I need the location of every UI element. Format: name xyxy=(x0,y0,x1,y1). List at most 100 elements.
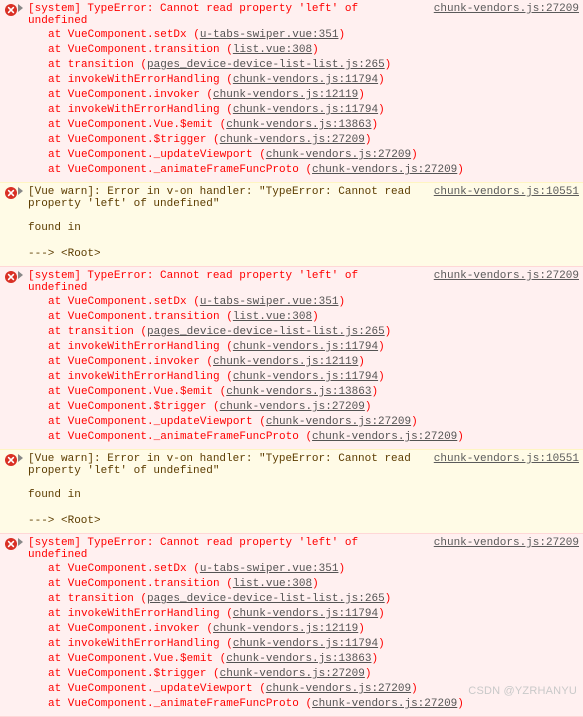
stack-text: at VueComponent.$trigger ( xyxy=(48,134,220,146)
stack-source-link[interactable]: chunk-vendors.js:27209 xyxy=(220,401,365,413)
stack-text: ) xyxy=(371,119,378,131)
stack-text: ) xyxy=(411,149,418,161)
stack-text: at VueComponent.Vue.$emit ( xyxy=(48,119,226,131)
stack-frame: at VueComponent._animateFrameFuncProto (… xyxy=(48,163,579,178)
message-text: [system] TypeError: Cannot read property… xyxy=(28,537,430,561)
stack-source-link[interactable]: pages_device-device-list-list.js:265 xyxy=(147,326,385,338)
stack-text: at VueComponent.$trigger ( xyxy=(48,668,220,680)
stack-frame: at transition (pages_device-device-list-… xyxy=(48,58,579,73)
stack-text: at invokeWithErrorHandling ( xyxy=(48,74,233,86)
stack-text: ) xyxy=(411,416,418,428)
stack-frame: at VueComponent.Vue.$emit (chunk-vendors… xyxy=(48,385,579,400)
stack-source-link[interactable]: chunk-vendors.js:27209 xyxy=(220,668,365,680)
message-text: [system] TypeError: Cannot read property… xyxy=(28,3,430,27)
stack-source-link[interactable]: chunk-vendors.js:11794 xyxy=(233,638,378,650)
watermark: CSDN @YZRHANYU xyxy=(468,685,577,697)
stack-source-link[interactable]: chunk-vendors.js:11794 xyxy=(233,341,378,353)
stack-text: ) xyxy=(358,623,365,635)
stack-source-link[interactable]: chunk-vendors.js:27209 xyxy=(266,416,411,428)
stack-source-link[interactable]: list.vue:308 xyxy=(233,311,312,323)
stack-text: ) xyxy=(378,371,385,383)
source-link[interactable]: chunk-vendors.js:27209 xyxy=(430,3,579,15)
stack-text: at transition ( xyxy=(48,59,147,71)
stack-source-link[interactable]: chunk-vendors.js:12119 xyxy=(213,623,358,635)
stack-source-link[interactable]: chunk-vendors.js:27209 xyxy=(266,149,411,161)
stack-text: at VueComponent._updateViewport ( xyxy=(48,416,266,428)
stack-text: at VueComponent._updateViewport ( xyxy=(48,149,266,161)
error-icon xyxy=(5,454,17,466)
stack-text: at VueComponent.invoker ( xyxy=(48,356,213,368)
stack-source-link[interactable]: chunk-vendors.js:11794 xyxy=(233,608,378,620)
stack-text: at VueComponent.invoker ( xyxy=(48,89,213,101)
source-link[interactable]: chunk-vendors.js:10551 xyxy=(430,186,579,198)
stack-text: ) xyxy=(338,296,345,308)
stack-source-link[interactable]: list.vue:308 xyxy=(233,578,312,590)
stack-text: ) xyxy=(411,683,418,695)
stack-text: ) xyxy=(457,164,464,176)
stack-source-link[interactable]: chunk-vendors.js:13863 xyxy=(226,653,371,665)
stack-frame: at invokeWithErrorHandling (chunk-vendor… xyxy=(48,73,579,88)
stack-source-link[interactable]: chunk-vendors.js:27209 xyxy=(312,431,457,443)
stack-source-link[interactable]: u-tabs-swiper.vue:351 xyxy=(200,563,339,575)
expand-arrow-icon[interactable] xyxy=(18,187,23,195)
stack-source-link[interactable]: chunk-vendors.js:27209 xyxy=(312,164,457,176)
stack-source-link[interactable]: chunk-vendors.js:27209 xyxy=(312,698,457,710)
console-output: [system] TypeError: Cannot read property… xyxy=(0,0,583,717)
stack-source-link[interactable]: chunk-vendors.js:27209 xyxy=(220,134,365,146)
stack-source-link[interactable]: u-tabs-swiper.vue:351 xyxy=(200,296,339,308)
stack-text: ) xyxy=(385,593,392,605)
stack-text: ) xyxy=(365,668,372,680)
expand-arrow-icon[interactable] xyxy=(18,538,23,546)
component-trace: ---> <Root> xyxy=(28,513,579,529)
stack-source-link[interactable]: list.vue:308 xyxy=(233,44,312,56)
stack-frame: at VueComponent._animateFrameFuncProto (… xyxy=(48,430,579,445)
stack-text: at VueComponent._animateFrameFuncProto ( xyxy=(48,164,312,176)
console-warning-message: [Vue warn]: Error in v-on handler: "Type… xyxy=(0,449,583,534)
stack-text: at invokeWithErrorHandling ( xyxy=(48,104,233,116)
console-error-message: [system] TypeError: Cannot read property… xyxy=(0,0,583,183)
stack-source-link[interactable]: chunk-vendors.js:11794 xyxy=(233,74,378,86)
stack-text: ) xyxy=(371,386,378,398)
stack-source-link[interactable]: chunk-vendors.js:11794 xyxy=(233,104,378,116)
stack-text: ) xyxy=(378,74,385,86)
stack-source-link[interactable]: chunk-vendors.js:13863 xyxy=(226,386,371,398)
source-link[interactable]: chunk-vendors.js:27209 xyxy=(430,537,579,549)
expand-arrow-icon[interactable] xyxy=(18,271,23,279)
source-link[interactable]: chunk-vendors.js:10551 xyxy=(430,453,579,465)
source-link[interactable]: chunk-vendors.js:27209 xyxy=(430,270,579,282)
stack-text: ) xyxy=(312,44,319,56)
stack-text: at invokeWithErrorHandling ( xyxy=(48,638,233,650)
error-icon xyxy=(5,187,17,199)
stack-frame: at VueComponent.$trigger (chunk-vendors.… xyxy=(48,400,579,415)
stack-text: at VueComponent._animateFrameFuncProto ( xyxy=(48,698,312,710)
stack-text: ) xyxy=(378,104,385,116)
stack-frame: at VueComponent.setDx (u-tabs-swiper.vue… xyxy=(48,562,579,577)
stack-text: at VueComponent.setDx ( xyxy=(48,29,200,41)
expand-arrow-icon[interactable] xyxy=(18,454,23,462)
stack-source-link[interactable]: chunk-vendors.js:12119 xyxy=(213,89,358,101)
stack-source-link[interactable]: chunk-vendors.js:11794 xyxy=(233,371,378,383)
expand-arrow-icon[interactable] xyxy=(18,4,23,12)
stack-source-link[interactable]: pages_device-device-list-list.js:265 xyxy=(147,59,385,71)
stack-frame: at VueComponent.$trigger (chunk-vendors.… xyxy=(48,133,579,148)
stack-text: at invokeWithErrorHandling ( xyxy=(48,371,233,383)
stack-frame: at VueComponent.invoker (chunk-vendors.j… xyxy=(48,88,579,103)
found-in-label: found in xyxy=(28,487,579,503)
component-trace: ---> <Root> xyxy=(28,246,579,262)
stack-source-link[interactable]: chunk-vendors.js:27209 xyxy=(266,683,411,695)
message-text: [Vue warn]: Error in v-on handler: "Type… xyxy=(28,453,430,477)
stack-text: ) xyxy=(312,578,319,590)
stack-text: ) xyxy=(371,653,378,665)
stack-text: ) xyxy=(358,356,365,368)
stack-source-link[interactable]: pages_device-device-list-list.js:265 xyxy=(147,593,385,605)
stack-source-link[interactable]: u-tabs-swiper.vue:351 xyxy=(200,29,339,41)
stack-text: at VueComponent._updateViewport ( xyxy=(48,683,266,695)
console-warning-message: [Vue warn]: Error in v-on handler: "Type… xyxy=(0,182,583,267)
stack-source-link[interactable]: chunk-vendors.js:12119 xyxy=(213,356,358,368)
stack-frame: at VueComponent.transition (list.vue:308… xyxy=(48,310,579,325)
stack-source-link[interactable]: chunk-vendors.js:13863 xyxy=(226,119,371,131)
stack-frame: at VueComponent.invoker (chunk-vendors.j… xyxy=(48,355,579,370)
stack-text: at transition ( xyxy=(48,593,147,605)
stack-trace: at VueComponent.setDx (u-tabs-swiper.vue… xyxy=(4,294,579,445)
stack-frame: at invokeWithErrorHandling (chunk-vendor… xyxy=(48,607,579,622)
